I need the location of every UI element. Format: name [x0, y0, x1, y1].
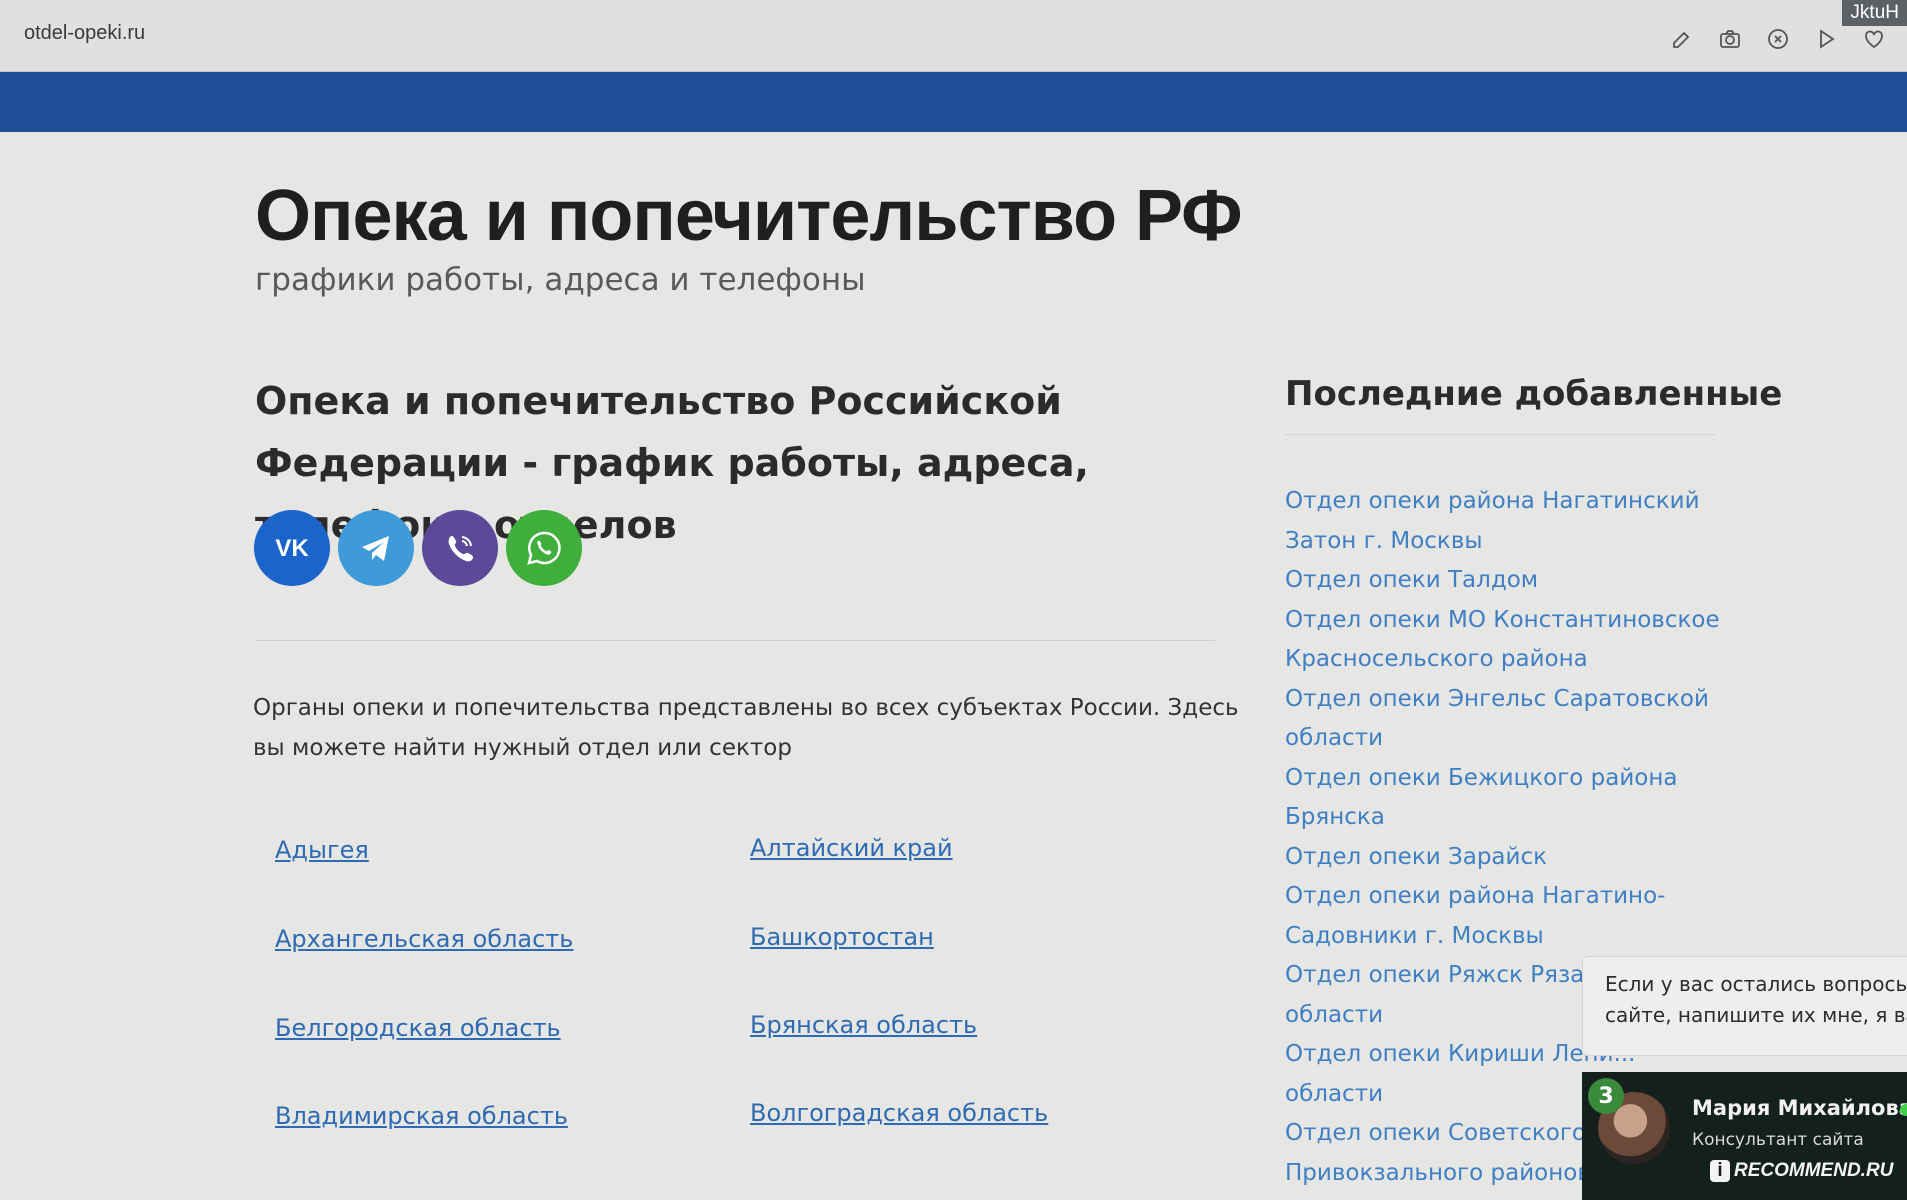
- intro-text: Органы опеки и попечительства представле…: [253, 695, 1239, 761]
- online-status-dot: [1900, 1104, 1907, 1116]
- recent-office-link[interactable]: области: [1285, 719, 1725, 759]
- chat-message-bubble[interactable]: Если у вас остались вопросы сайте, напиш…: [1582, 956, 1907, 1056]
- recent-office-link[interactable]: Красносельского района: [1285, 640, 1725, 680]
- recommend-watermark: i RECOMMEND.RU: [1710, 1160, 1893, 1182]
- site-title[interactable]: Опека и попечительство РФ: [255, 175, 1243, 257]
- section-divider: [255, 640, 1215, 641]
- recent-office-link[interactable]: Затон г. Москвы: [1285, 522, 1725, 562]
- region-link[interactable]: Архангельская область: [275, 925, 573, 953]
- unread-count-badge: 3: [1588, 1078, 1624, 1114]
- region-link[interactable]: Алтайский край: [750, 834, 953, 862]
- region-link[interactable]: Башкортостан: [750, 923, 934, 951]
- play-icon[interactable]: [1813, 26, 1839, 52]
- whatsapp-icon: [527, 531, 561, 565]
- recent-office-link[interactable]: Отдел опеки Зарайск: [1285, 838, 1725, 878]
- site-header-bar: [0, 72, 1907, 132]
- recent-office-link[interactable]: Отдел опеки Бежицкого района: [1285, 759, 1725, 799]
- region-link[interactable]: Брянская область: [750, 1011, 977, 1039]
- user-tag: JktuH: [1842, 0, 1907, 26]
- recent-office-link[interactable]: Отдел опеки Энгельс Саратовской: [1285, 680, 1725, 720]
- vk-icon: VK: [275, 535, 309, 562]
- browser-topbar: otdel-opeki.ru JktuH: [0, 0, 1907, 72]
- telegram-icon: [362, 536, 389, 561]
- sidebar-heading: Последние добавленные: [1285, 374, 1783, 414]
- viber-icon: [448, 535, 474, 562]
- telegram-share-button[interactable]: [338, 510, 414, 586]
- vk-share-button[interactable]: VK: [254, 510, 330, 586]
- watermark-text: RECOMMEND.RU: [1734, 1160, 1894, 1181]
- chat-message-line: Если у вас остались вопросы: [1605, 972, 1907, 996]
- chat-agent-role: Консультант сайта: [1692, 1130, 1864, 1150]
- region-link[interactable]: Владимирская область: [275, 1102, 568, 1130]
- recent-office-link[interactable]: Отдел опеки МО Константиновское: [1285, 601, 1725, 641]
- recent-office-link[interactable]: Садовники г. Москвы: [1285, 917, 1725, 957]
- heart-icon[interactable]: [1861, 26, 1887, 52]
- site-subtitle: графики работы, адреса и телефоны: [255, 262, 866, 298]
- edit-icon[interactable]: [1669, 26, 1695, 52]
- region-link[interactable]: Волгоградская область: [750, 1099, 1048, 1127]
- recent-office-link[interactable]: Брянска: [1285, 798, 1725, 838]
- viber-share-button[interactable]: [422, 510, 498, 586]
- whatsapp-share-button[interactable]: [506, 510, 582, 586]
- svg-text:VK: VK: [275, 535, 309, 562]
- close-circle-icon[interactable]: [1765, 26, 1791, 52]
- region-link[interactable]: Белгородская область: [275, 1014, 561, 1042]
- recent-office-link[interactable]: Отдел опеки района Нагатино-: [1285, 877, 1725, 917]
- recent-office-link[interactable]: Отдел опеки района Нагатинский: [1285, 482, 1725, 522]
- chat-message-line: сайте, напишите их мне, я вам: [1605, 1003, 1907, 1027]
- sidebar-divider: [1285, 434, 1715, 435]
- chat-agent-name: Мария Михайлова: [1692, 1096, 1907, 1120]
- region-link[interactable]: Адыгея: [275, 836, 369, 864]
- browser-toolbar: [1669, 26, 1887, 52]
- recommend-logo-icon: i: [1710, 1160, 1730, 1182]
- recent-office-link[interactable]: Отдел опеки Талдом: [1285, 561, 1725, 601]
- camera-icon[interactable]: [1717, 26, 1743, 52]
- share-buttons: VK: [254, 510, 582, 586]
- address-bar-url[interactable]: otdel-opeki.ru: [24, 22, 145, 45]
